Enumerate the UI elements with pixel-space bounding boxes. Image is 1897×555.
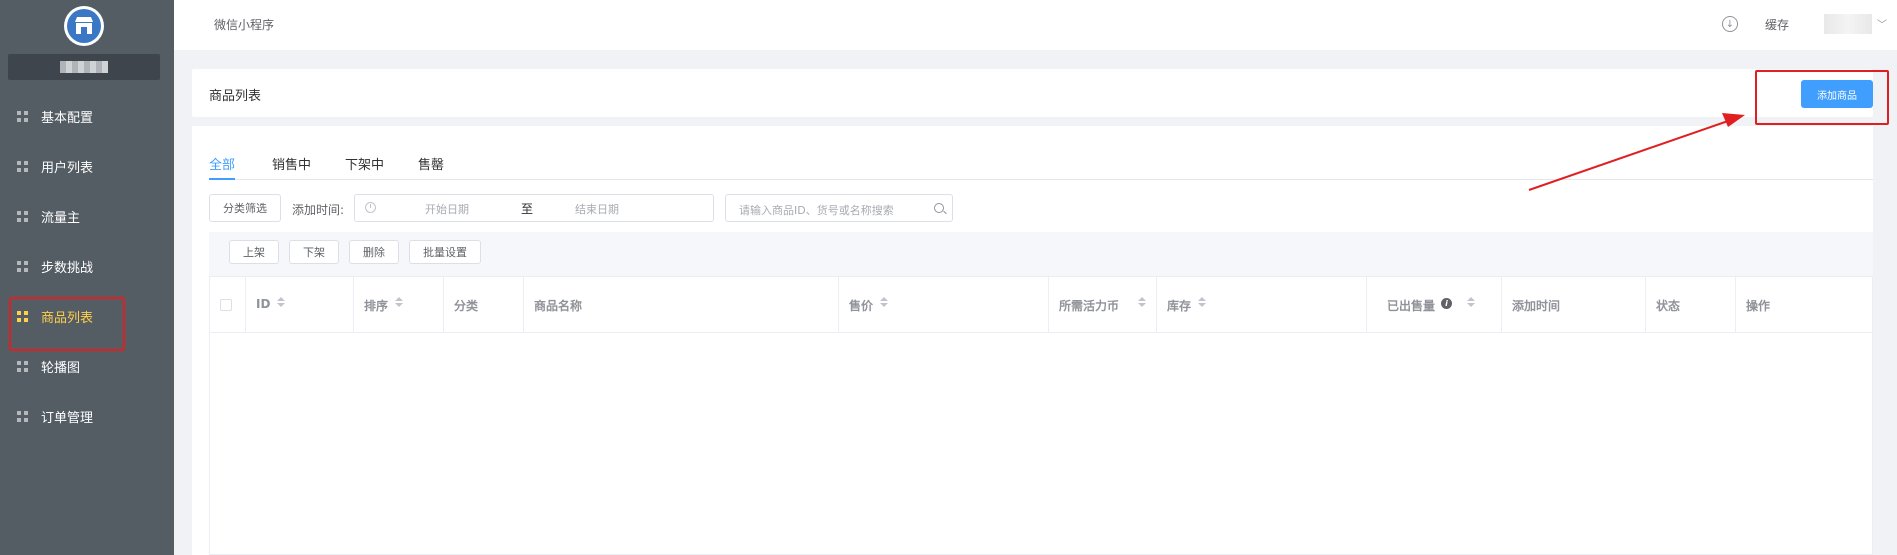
clock-icon: [365, 202, 376, 213]
sort-icon[interactable]: [1138, 297, 1146, 309]
column-label: 售价: [849, 299, 874, 313]
sidebar: 基本配置 用户列表 流量主 步数挑战 商品列表 轮播图 订单管理: [0, 0, 174, 555]
store-icon: [67, 9, 101, 43]
sidebar-item-label: 步数挑战: [41, 260, 94, 276]
column-sort-order[interactable]: 排序: [354, 277, 444, 333]
column-label: 已出售量: [1387, 299, 1436, 313]
column-product-name: 商品名称: [524, 277, 839, 333]
sort-icon[interactable]: [277, 297, 285, 309]
tab-off-shelf[interactable]: 下架中: [345, 154, 384, 180]
column-label: 状态: [1656, 299, 1681, 313]
batch-settings-button[interactable]: 批量设置: [409, 240, 481, 264]
batch-action-bar: 上架 下架 删除 批量设置: [209, 232, 1873, 276]
column-label: 排序: [364, 299, 389, 313]
column-stock[interactable]: 库存: [1157, 277, 1367, 333]
end-date-input[interactable]: 结束日期: [575, 201, 619, 217]
sort-icon[interactable]: [880, 297, 888, 309]
status-tabs: 全部 销售中 下架中 售罄: [209, 154, 1873, 180]
sidebar-item-label: 轮播图: [41, 360, 81, 376]
column-label: 操作: [1746, 299, 1771, 313]
search-icon[interactable]: [934, 203, 944, 213]
table-body: [210, 333, 1872, 553]
range-separator: 至: [521, 202, 534, 216]
app-name: 微信小程序: [214, 18, 275, 32]
category-filter-button[interactable]: 分类筛选: [209, 194, 281, 222]
sidebar-item-orders[interactable]: 订单管理: [0, 396, 174, 436]
page-title: 商品列表: [209, 89, 262, 104]
grid-icon: [17, 160, 28, 172]
column-label: ID: [256, 297, 271, 311]
cache-button[interactable]: 缓存: [1765, 16, 1789, 33]
grid-icon: [17, 410, 28, 422]
sidebar-item-label: 流量主: [41, 210, 81, 226]
grid-icon: [17, 360, 28, 372]
column-added-time: 添加时间: [1502, 277, 1646, 333]
time-label: 添加时间:: [292, 203, 345, 217]
tab-sold-out[interactable]: 售罄: [418, 154, 444, 180]
avatar[interactable]: [1824, 14, 1872, 34]
chevron-down-icon[interactable]: ﹀: [1877, 16, 1887, 31]
sort-icon[interactable]: [1467, 297, 1475, 309]
annotation-highlight-add-button: [1755, 70, 1889, 125]
sort-icon[interactable]: [395, 297, 403, 309]
sort-icon[interactable]: [1198, 297, 1206, 309]
sidebar-item-label: 订单管理: [41, 410, 94, 426]
start-date-input[interactable]: 开始日期: [425, 201, 469, 217]
column-status: 状态: [1646, 277, 1736, 333]
product-table: ID 排序 分类 商品名称 售价 所需活力币 库存 已出售量 i 添加时间 状态…: [209, 276, 1873, 555]
sidebar-item-carousel[interactable]: 轮播图: [0, 346, 174, 386]
sidebar-item-label: 用户列表: [41, 160, 94, 176]
download-icon[interactable]: ↓: [1722, 16, 1738, 32]
sidebar-item-basic-config[interactable]: 基本配置: [0, 96, 174, 136]
tab-on-sale[interactable]: 销售中: [272, 154, 311, 180]
select-all-column: [210, 277, 246, 333]
off-shelf-button[interactable]: 下架: [289, 240, 339, 264]
column-label: 库存: [1167, 299, 1192, 313]
column-label: 添加时间: [1512, 299, 1561, 313]
column-label: 所需活力币: [1059, 299, 1120, 313]
column-label: 分类: [454, 299, 479, 313]
column-vitality-coins[interactable]: 所需活力币: [1049, 277, 1157, 333]
delete-button[interactable]: 删除: [349, 240, 399, 264]
date-range-picker[interactable]: 开始日期 至 结束日期: [354, 194, 714, 222]
annotation-highlight-menu: [9, 297, 125, 351]
sidebar-item-label: 基本配置: [41, 110, 94, 126]
select-all-checkbox[interactable]: [220, 299, 232, 311]
grid-icon: [17, 260, 28, 272]
on-shelf-button[interactable]: 上架: [229, 240, 279, 264]
blurred-username: [60, 61, 108, 73]
grid-icon: [17, 210, 28, 222]
sidebar-item-step-challenge[interactable]: 步数挑战: [0, 246, 174, 286]
filter-row: 分类筛选 添加时间: 开始日期 至 结束日期 请输入商品ID、货号或名称搜索: [209, 194, 1109, 222]
tab-all[interactable]: 全部: [209, 154, 236, 180]
column-price[interactable]: 售价: [839, 277, 1049, 333]
page-header-card: 商品列表: [192, 69, 1873, 117]
sidebar-item-traffic[interactable]: 流量主: [0, 196, 174, 236]
column-sold-count[interactable]: 已出售量 i: [1367, 277, 1502, 333]
top-header: 微信小程序 ↓ 缓存 ﹀: [174, 0, 1897, 50]
search-placeholder: 请输入商品ID、货号或名称搜索: [739, 204, 894, 217]
column-actions: 操作: [1736, 277, 1872, 333]
table-header: ID 排序 分类 商品名称 售价 所需活力币 库存 已出售量 i 添加时间 状态…: [210, 276, 1872, 333]
column-category: 分类: [444, 277, 524, 333]
column-id[interactable]: ID: [246, 277, 354, 333]
sidebar-item-user-list[interactable]: 用户列表: [0, 146, 174, 186]
column-label: 商品名称: [534, 299, 583, 313]
grid-icon: [17, 110, 28, 122]
content-card: 全部 销售中 下架中 售罄 分类筛选 添加时间: 开始日期 至 结束日期 请输入…: [192, 126, 1873, 555]
search-input[interactable]: 请输入商品ID、货号或名称搜索: [725, 194, 953, 222]
info-icon[interactable]: i: [1441, 298, 1452, 309]
user-name-bar: [8, 54, 160, 80]
logo: [64, 6, 104, 46]
